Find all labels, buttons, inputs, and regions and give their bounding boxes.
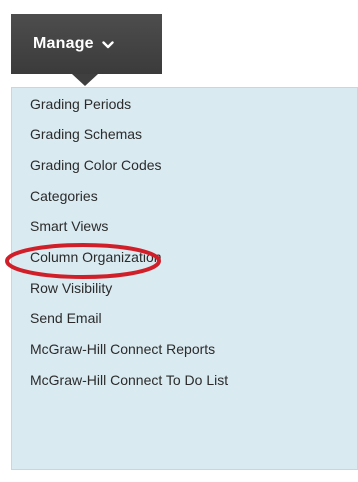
- menu-item-row-visibility[interactable]: Row Visibility: [30, 280, 112, 296]
- chevron-down-icon: [102, 40, 114, 50]
- manage-button-label: Manage: [33, 35, 94, 52]
- manage-menu-screenshot: Manage Grading Periods Grading Schemas G…: [0, 0, 358, 482]
- menu-item-grading-periods[interactable]: Grading Periods: [30, 96, 131, 112]
- menu-item-column-organization[interactable]: Column Organization: [30, 249, 162, 265]
- menu-item-mcgraw-hill-connect-reports[interactable]: McGraw-Hill Connect Reports: [30, 341, 215, 357]
- menu-item-send-email[interactable]: Send Email: [30, 310, 102, 326]
- menu-item-smart-views[interactable]: Smart Views: [30, 218, 108, 234]
- menu-item-grading-schemas[interactable]: Grading Schemas: [30, 126, 142, 142]
- manage-dropdown-menu: Grading Periods Grading Schemas Grading …: [11, 87, 358, 470]
- menu-item-categories[interactable]: Categories: [30, 188, 98, 204]
- menu-item-mcgraw-hill-connect-to-do-list[interactable]: McGraw-Hill Connect To Do List: [30, 372, 228, 388]
- menu-pointer: [72, 74, 98, 86]
- menu-item-grading-color-codes[interactable]: Grading Color Codes: [30, 157, 162, 173]
- manage-button[interactable]: Manage: [11, 14, 162, 74]
